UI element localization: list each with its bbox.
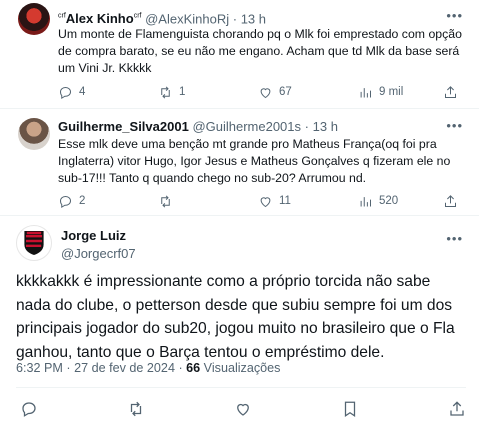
separator-dot: · [66,361,75,375]
tweet-text: Um monte de Flamenguista chorando pq o M… [58,27,462,75]
more-icon[interactable]: ••• [446,8,463,23]
tweet-time[interactable]: 6:32 PM [16,361,63,375]
bookmark-button[interactable] [341,400,359,423]
more-icon[interactable]: ••• [446,118,463,133]
tweet-meta: 6:32 PM · 27 de fev de 2024 · 66 Visuali… [16,361,280,375]
views-button[interactable]: 520 [358,194,438,209]
retweet-icon [161,86,170,98]
retweet-button[interactable] [158,194,258,209]
tweet-header: crfAlex Kinhocrf @AlexKinhoRj · 13 h [58,9,266,27]
retweet-button[interactable] [127,400,145,423]
reply-button[interactable]: 4 [58,85,158,100]
reply-button[interactable] [20,400,38,423]
share-button[interactable] [448,400,466,423]
retweet-count: 1 [179,86,186,98]
name-prefix: crf [58,13,66,20]
tweet-header: Guilherme_Silva2001 @Guilherme2001s · 13… [58,119,338,135]
heart-icon [237,403,249,416]
separator-dot: · [232,11,238,27]
reply-count: 4 [79,86,86,98]
name-suffix: crf [133,13,142,20]
heart-icon [260,196,271,207]
retweet-icon [161,195,170,207]
author-name[interactable]: Jorge Luiz [61,228,126,243]
view-count: 9 mil [379,86,404,98]
reply-icon [22,402,36,417]
view-count: 520 [379,195,399,207]
share-icon [445,194,456,207]
views-icon [360,87,371,97]
share-button[interactable] [443,194,458,209]
author-name[interactable]: crfAlex Kinhocrf [58,11,141,26]
reply-count: 2 [79,195,86,207]
retweet-icon [130,401,142,417]
reply-button[interactable]: 2 [58,194,158,209]
tweet-text: Esse mlk deve uma benção mt grande pro M… [58,137,451,185]
share-button[interactable] [443,85,458,100]
bookmark-icon [344,401,356,417]
reply-tweet-1[interactable]: crfAlex Kinhocrf @AlexKinhoRj · 13 h •••… [0,0,479,108]
author-handle[interactable]: @AlexKinhoRj [145,11,229,26]
flamengo-crest-icon [24,231,44,255]
share-icon [450,401,464,416]
tweet-date[interactable]: 27 de fev de 2024 [74,361,175,375]
more-icon[interactable]: ••• [446,231,463,246]
avatar[interactable] [18,3,50,35]
share-icon [445,85,456,98]
author-name-text: Alex Kinho [65,11,134,27]
like-button[interactable] [234,400,252,423]
avatar[interactable] [18,118,50,150]
like-button[interactable]: 67 [258,85,358,100]
like-count: 67 [279,86,292,98]
tweet-text: kkkkakkk é impressionante como a próprio… [16,273,455,361]
timestamp[interactable]: 13 h [313,119,338,134]
action-bar: 2 11 520 [58,193,458,209]
reply-icon [59,195,72,208]
reply-tweet-2[interactable]: Guilherme_Silva2001 @Guilherme2001s · 13… [0,109,479,217]
avatar[interactable] [16,225,52,261]
separator-dot: · [304,119,309,134]
reply-icon [59,86,72,99]
author-handle[interactable]: @Jorgecrf07 [61,246,136,261]
view-count: 66 [186,361,201,375]
author-name[interactable]: Guilherme_Silva2001 [58,119,189,134]
divider [16,387,466,388]
retweet-button[interactable]: 1 [158,85,258,100]
heart-icon [260,87,271,98]
like-count: 11 [279,195,291,207]
timestamp[interactable]: 13 h [241,11,266,26]
views-icon [360,196,371,206]
separator-dot: · [178,361,187,375]
views-button[interactable]: 9 mil [358,85,438,100]
action-bar: 4 1 67 9 mil [58,84,458,100]
views-label: Visualizações [203,361,281,375]
main-action-bar [20,400,466,423]
like-button[interactable]: 11 [258,194,358,209]
author-handle[interactable]: @Guilherme2001s [192,119,301,134]
